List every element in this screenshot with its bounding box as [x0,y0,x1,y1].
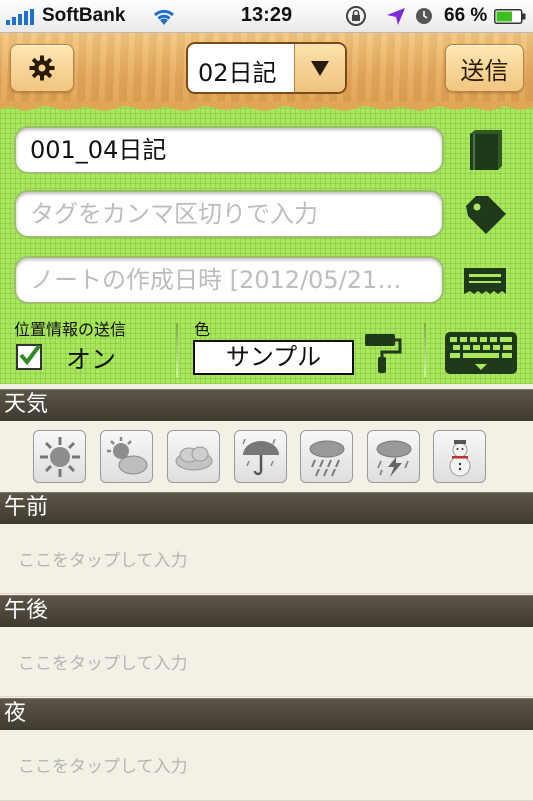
rotation-lock-icon [346,6,366,26]
sun-and-cloud-icon [106,436,147,474]
color-label: 色 [194,320,211,339]
night-entry[interactable]: ここをタップして入力 [0,730,533,801]
battery-percent: 66 % [444,5,488,26]
afternoon-input-placeholder: ここをタップして入力 [18,654,188,674]
rain-umbrella-icon [241,438,279,475]
morning-input-placeholder: ここをタップして入力 [18,551,188,571]
weather-umbrella-button[interactable] [234,430,287,483]
color-sample[interactable]: サンプル [193,340,354,375]
note-title-field[interactable]: 001_04日記 [14,126,444,174]
rain-icon [309,440,344,476]
notebook-selector-label: 02日記 [198,59,277,87]
weather-thunder-button[interactable] [367,430,420,483]
weather-rain-button[interactable] [300,430,353,483]
dropdown-toggle[interactable] [294,44,345,92]
sunny-icon [39,436,80,477]
weather-snow-button[interactable] [433,430,486,483]
tag-icon[interactable] [462,192,508,238]
afternoon-section-header: 午後 [0,595,533,627]
weather-cloudy-button[interactable] [167,430,220,483]
weather-sunny-button[interactable] [33,430,86,483]
weather-section-header: 天気 [0,389,533,421]
keyboard-icon[interactable] [444,331,518,375]
location-checkbox[interactable] [16,344,42,370]
night-input-placeholder: ここをタップして入力 [18,757,188,777]
paint-roller-icon[interactable] [364,330,402,374]
gear-icon [29,55,55,81]
divider [424,323,426,377]
location-label: 位置情報の送信 [14,320,127,339]
thunderstorm-icon [376,440,411,477]
weather-sun-cloud-button[interactable] [100,430,153,483]
location-services-icon [387,8,405,25]
night-section-header: 夜 [0,698,533,730]
notebook-selector[interactable]: 02日記 [186,42,347,94]
location-status: オン [66,345,117,374]
divider [176,323,178,377]
status-bar: SoftBank 13:29 66 % [0,0,533,33]
afternoon-entry[interactable]: ここをタップして入力 [0,627,533,697]
cloudy-icon [175,446,212,470]
battery-icon [494,9,526,24]
snowman-icon [449,439,470,476]
morning-section-header: 午前 [0,492,533,524]
tags-input[interactable]: タグをカンマ区切りで入力 [14,190,444,238]
ticket-icon[interactable] [462,258,508,304]
send-button[interactable]: 送信 [445,44,524,92]
morning-entry[interactable]: ここをタップして入力 [0,524,533,594]
settings-button[interactable] [10,44,74,92]
dropdown-arrow-icon [311,60,329,76]
notebook-icon[interactable] [462,128,508,174]
creation-date-input[interactable]: ノートの作成日時 [2012/05/21… [14,256,444,304]
checkmark-icon [19,344,41,366]
toolbar: 02日記 送信 [0,33,533,103]
alarm-icon [416,8,432,24]
torn-paper-edge [0,101,533,111]
